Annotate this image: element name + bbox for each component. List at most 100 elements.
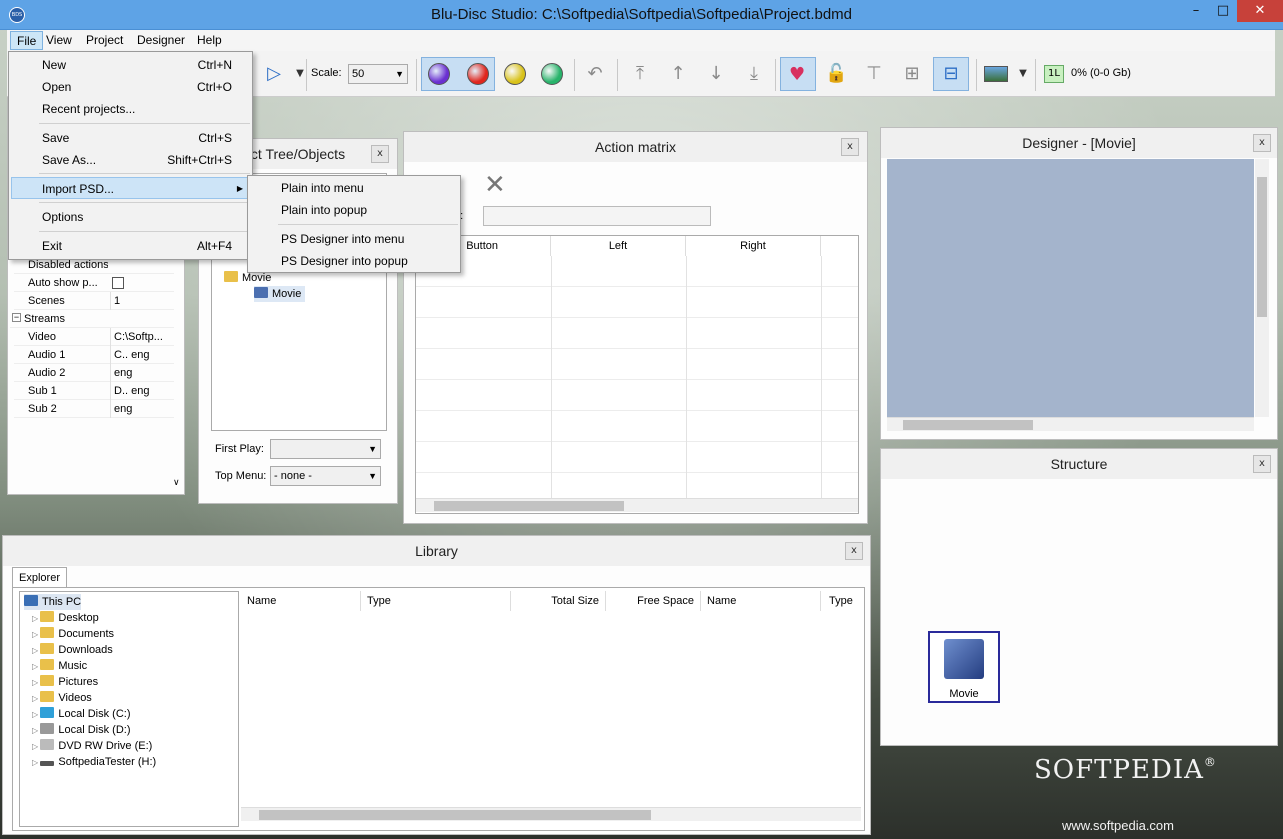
structure-node-movie[interactable]: Movie [928,631,1000,703]
image-dropdown-icon[interactable]: ▼ [1012,63,1034,85]
expand-icon[interactable]: ▷ [32,758,40,767]
red-circle-icon[interactable] [467,63,489,85]
tree-item-pictures[interactable]: ▷ Pictures [32,674,98,690]
expand-icon[interactable]: ▷ [32,614,40,623]
column-header-type[interactable]: Type [361,591,511,611]
grid-icon[interactable]: ⊞ [901,63,923,85]
scroll-thumb[interactable] [434,501,624,511]
close-icon[interactable]: x [1253,455,1271,473]
column-header-name[interactable]: Name [701,591,821,611]
maximize-button[interactable]: □ [1205,0,1241,22]
menu-item-save[interactable]: Save Ctrl+S [11,127,250,149]
tree-item-downloads[interactable]: ▷ Downloads [32,642,113,658]
prop-value[interactable]: eng [110,400,174,418]
scroll-thumb[interactable] [903,420,1033,430]
prop-value[interactable]: eng [110,364,174,382]
play-dropdown-icon[interactable]: ▼ [289,63,311,85]
move-down-icon[interactable]: ↓ [705,63,727,85]
prop-value[interactable]: C.. eng [110,346,174,364]
scroll-thumb[interactable] [1257,177,1267,317]
menu-item-exit[interactable]: Exit Alt+F4 [11,235,250,257]
expand-icon[interactable]: ▷ [32,630,40,639]
close-icon[interactable]: x [1253,134,1271,152]
submenu-item-ps-designer-into-popup[interactable]: PS Designer into popup [250,250,458,272]
column-header-free-space[interactable]: Free Space [606,591,701,611]
column-header[interactable]: Left [551,236,686,256]
submenu-item-plain-into-popup[interactable]: Plain into popup [250,199,458,221]
menu-item-recent-projects[interactable]: Recent projects... [11,98,250,120]
background-image-icon[interactable] [984,66,1008,82]
tree-item-local-disk-c[interactable]: ▷ Local Disk (C:) [32,706,131,722]
menu-file[interactable]: File [10,31,44,50]
tree-node-movie[interactable]: Movie [254,286,306,302]
expand-icon[interactable]: ▷ [32,694,40,703]
expand-icon[interactable]: ▷ [32,678,40,687]
menu-help[interactable]: Help [191,31,228,50]
column-header-total-size[interactable]: Total Size [511,591,606,611]
menu-item-import-psd[interactable]: Import PSD... ▶ [11,177,250,199]
collapse-icon[interactable]: − [12,313,21,322]
prop-key: Sub 2 [28,403,57,415]
purple-circle-icon[interactable] [428,63,450,85]
tree-item-dvd-drive[interactable]: ▷ DVD RW Drive (E:) [32,738,152,754]
horizontal-scrollbar[interactable] [241,807,861,821]
menu-item-open[interactable]: Open Ctrl+O [11,76,250,98]
yellow-circle-icon[interactable] [504,63,526,85]
close-icon[interactable]: x [845,542,863,560]
menu-view[interactable]: View [40,31,78,50]
usb-drive-icon [40,761,55,766]
close-icon[interactable]: x [371,145,389,163]
menu-item-options[interactable]: Options [11,206,250,228]
delete-icon[interactable]: ✕ [484,170,506,200]
move-top-icon[interactable]: ⤒ [629,63,651,85]
menu-item-save-as[interactable]: Save As... Shift+Ctrl+S [11,149,250,171]
tab-explorer[interactable]: Explorer [12,567,67,588]
move-bottom-icon[interactable]: ⤓ [743,63,765,85]
top-menu-select[interactable]: - none - ▼ [270,466,381,486]
first-play-select[interactable]: ▼ [270,439,381,459]
horizontal-scrollbar[interactable] [416,498,858,512]
scale-select[interactable]: 50 ▼ [348,64,408,84]
tree-item-documents[interactable]: ▷ Documents [32,626,114,642]
menu-item-new[interactable]: New Ctrl+N [11,54,250,76]
top-menu-value: - none - [274,470,312,482]
auto-show-checkbox[interactable] [112,277,124,289]
column-header-name[interactable]: Name [241,591,361,611]
close-icon[interactable]: x [841,138,859,156]
expand-icon[interactable]: ▷ [32,726,40,735]
menu-project[interactable]: Project [80,31,129,50]
submenu-item-ps-designer-into-menu[interactable]: PS Designer into menu [250,228,458,250]
column-header-type[interactable]: Type [821,591,861,611]
column-header[interactable]: Right [686,236,821,256]
scroll-down-icon[interactable]: ∨ [173,478,180,488]
lock-icon[interactable]: 🔓 [825,63,847,85]
expand-icon[interactable]: ▷ [32,742,40,751]
play-icon[interactable]: ▷ [263,63,285,85]
undo-icon[interactable]: ↶ [584,63,606,85]
close-button[interactable]: ✕ [1237,0,1283,22]
expand-icon[interactable]: ▷ [32,662,40,671]
align-icon[interactable]: ⊤ [863,63,885,85]
green-circle-icon[interactable] [541,63,563,85]
designer-canvas[interactable] [887,159,1254,417]
import-psd-submenu: Plain into menu Plain into popup PS Desi… [247,175,461,273]
tree-item-local-disk-d[interactable]: ▷ Local Disk (D:) [32,722,131,738]
tree-item-softpedia-tester[interactable]: ▷ SoftpediaTester (H:) [32,754,156,770]
scroll-thumb[interactable] [259,810,651,820]
action-field-input[interactable] [483,206,711,226]
prop-value[interactable]: D.. eng [110,382,174,400]
tree-item-videos[interactable]: ▷ Videos [32,690,92,706]
menu-designer[interactable]: Designer [131,31,191,50]
expand-icon[interactable]: ▷ [32,646,40,655]
tree-item-this-pc[interactable]: This PC [24,594,82,610]
tree-item-desktop[interactable]: ▷ Desktop [32,610,99,626]
horizontal-scrollbar[interactable] [887,417,1254,431]
tree-item-music[interactable]: ▷ Music [32,658,87,674]
move-up-icon[interactable]: ↑ [667,63,689,85]
prop-value[interactable]: C:\Softp... [110,328,174,346]
separator [775,59,776,91]
prop-value[interactable]: 1 [110,292,174,310]
vertical-scrollbar[interactable] [1255,159,1269,417]
submenu-item-plain-into-menu[interactable]: Plain into menu [250,177,458,199]
expand-icon[interactable]: ▷ [32,710,40,719]
